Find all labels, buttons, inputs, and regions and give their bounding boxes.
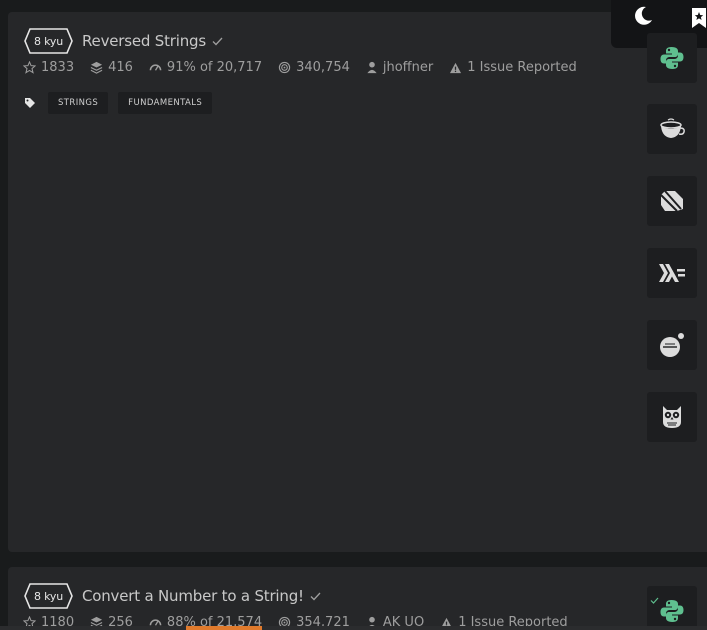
user-icon xyxy=(367,61,377,74)
completed-check-icon xyxy=(212,37,223,46)
kata-header: 8 kyu Convert a Number to a String! xyxy=(24,583,321,609)
rank-badge: 8 kyu xyxy=(24,28,73,54)
python-icon xyxy=(660,47,684,69)
kata-card: 8 kyu Convert a Number to a String! 1180… xyxy=(8,567,707,630)
rank-label: 8 kyu xyxy=(34,589,63,603)
author-name: jhoffner xyxy=(382,60,434,75)
warning-icon xyxy=(450,62,462,73)
kata-stats: 1833 416 91% of 20,717 340,754 jhoffner … xyxy=(23,60,593,75)
kata-header: 8 kyu Reversed Strings xyxy=(24,28,223,54)
tag-fundamentals[interactable]: FUNDAMENTALS xyxy=(118,92,213,114)
moon-icon[interactable] xyxy=(632,5,654,31)
language-haskell[interactable] xyxy=(647,248,697,298)
language-coffeescript[interactable] xyxy=(647,104,697,154)
tag-icon xyxy=(24,97,36,109)
language-python[interactable] xyxy=(647,33,697,83)
progress-strip xyxy=(0,626,707,630)
dart-icon xyxy=(660,190,683,212)
bookmark-star-icon[interactable] xyxy=(691,7,707,33)
issues-stat[interactable]: 1 Issue Reported xyxy=(449,60,577,75)
completed-count: 340,754 xyxy=(296,60,350,75)
satisfaction-stat: 91% of 20,717 xyxy=(149,60,262,75)
target-icon xyxy=(278,61,291,74)
progress-strip-highlight xyxy=(186,626,262,630)
trained-check-icon xyxy=(650,589,659,608)
author-stat[interactable]: jhoffner xyxy=(366,60,433,75)
issues-label: 1 Issue Reported xyxy=(467,60,577,75)
kata-card: 8 kyu Reversed Strings 1833 416 91% of 2… xyxy=(8,12,707,552)
language-pharo[interactable] xyxy=(647,320,697,370)
kata-title-link[interactable]: Convert a Number to a String! xyxy=(82,587,304,605)
stars-count: 1833 xyxy=(41,60,75,75)
satisfaction-gauge-icon xyxy=(149,64,162,71)
owl-icon xyxy=(663,406,681,428)
rank-badge: 8 kyu xyxy=(24,583,73,609)
rank-label: 8 kyu xyxy=(34,34,63,48)
star-icon xyxy=(23,61,36,74)
collections-stat: 416 xyxy=(90,60,133,75)
python-icon xyxy=(660,600,684,622)
tag-strings[interactable]: STRINGS xyxy=(48,92,109,114)
collections-count: 416 xyxy=(108,60,133,75)
haskell-icon xyxy=(659,264,685,282)
completed-stat: 340,754 xyxy=(278,60,350,75)
pharo-icon xyxy=(660,333,684,357)
language-owl[interactable] xyxy=(647,392,697,442)
stars-stat[interactable]: 1833 xyxy=(23,60,74,75)
language-dart[interactable] xyxy=(647,176,697,226)
kata-title-link[interactable]: Reversed Strings xyxy=(82,32,206,50)
completed-check-icon xyxy=(310,592,321,601)
layers-icon xyxy=(90,61,103,74)
tag-list: STRINGS FUNDAMENTALS xyxy=(24,92,222,114)
coffeescript-icon xyxy=(660,118,685,138)
satisfaction-rating: 91% of 20,717 xyxy=(166,60,263,75)
kata-search-page: 8 kyu Reversed Strings 1833 416 91% of 2… xyxy=(0,0,707,630)
